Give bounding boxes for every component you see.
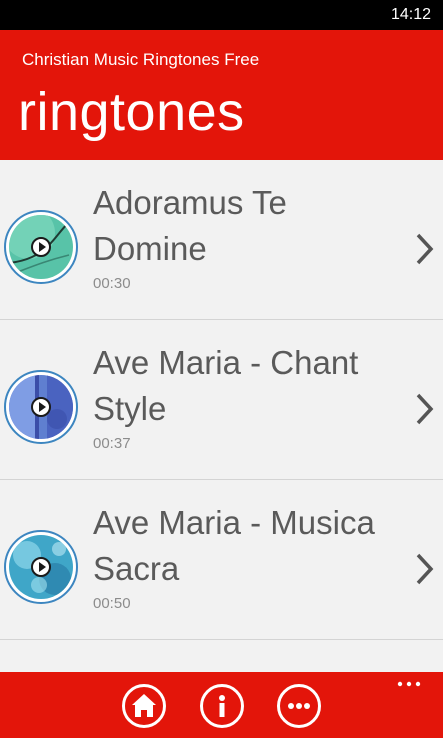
info-icon [219,695,225,717]
ringtone-duration: 00:37 [93,435,131,452]
play-icon[interactable] [31,557,51,577]
page-title: ringtones [18,82,245,142]
ringtone-list[interactable]: Adoramus Te Domine 00:30 Ave Maria - Cha… [0,160,443,672]
info-button[interactable] [200,684,244,728]
chevron-right-icon[interactable] [412,232,436,266]
status-bar: 14:12 [0,0,443,30]
ellipsis-icon[interactable] [397,680,421,688]
status-time: 14:12 [390,6,431,23]
ringtone-duration: 00:50 [93,595,131,612]
ringtone-title: Adoramus Te Domine [93,184,287,267]
ringtone-title: Ave Maria - Musica Sacra [93,504,375,587]
ringtone-thumbnail[interactable] [4,210,78,284]
ringtone-item[interactable]: Adoramus Te Domine 00:30 [0,160,443,320]
chevron-right-icon[interactable] [412,392,436,426]
ringtone-duration: 00:30 [93,275,131,292]
play-icon[interactable] [31,397,51,417]
ringtone-item[interactable]: Ave Maria - Musica Sacra 00:50 [0,480,443,640]
ringtone-item[interactable]: Ave Maria - Chant Style 00:37 [0,320,443,480]
more-button[interactable] [277,684,321,728]
home-icon [132,694,156,717]
ringtone-thumbnail[interactable] [4,530,78,604]
chevron-right-icon[interactable] [412,552,436,586]
home-button[interactable] [122,684,166,728]
ringtone-title: Ave Maria - Chant Style [93,344,359,427]
more-icon [288,703,310,709]
play-icon[interactable] [31,237,51,257]
app-bar [0,672,443,738]
header: Christian Music Ringtones Free ringtones [0,30,443,160]
app-title: Christian Music Ringtones Free [22,50,260,69]
ringtone-thumbnail[interactable] [4,370,78,444]
